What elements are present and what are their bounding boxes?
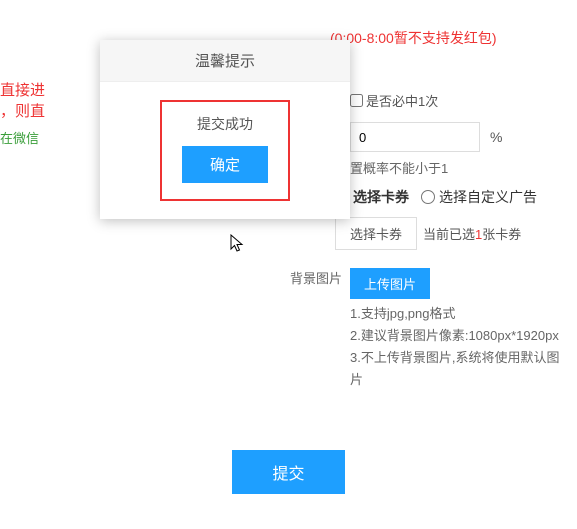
radio-select-card-label: 选择卡券	[353, 187, 409, 207]
chosen-count-text: 当前已选1张卡券	[423, 224, 521, 243]
modal-message: 提交成功	[182, 114, 268, 134]
tip-3: 3.不上传背景图片,系统将使用默认图片	[350, 347, 570, 391]
success-modal: 温馨提示 提交成功 确定	[100, 40, 350, 219]
left-clipped-text: 直接进 ，则直 在微信	[0, 0, 100, 147]
probability-input[interactable]	[350, 122, 480, 152]
bg-image-label: 背景图片	[280, 268, 342, 287]
radio-custom-ad-label: 选择自定义广告	[439, 187, 537, 207]
tip-1: 1.支持jpg,png格式	[350, 303, 570, 325]
cursor-icon	[230, 234, 246, 254]
upload-image-button[interactable]: 上传图片	[350, 268, 430, 299]
left-green-text: 在微信	[0, 128, 100, 147]
select-card-button[interactable]: 选择卡券	[335, 217, 417, 250]
time-restriction-hint: (0:00-8:00暂不支持发红包)	[330, 28, 496, 48]
tip-2: 2.建议背景图片像素:1080px*1920px	[350, 325, 570, 347]
probability-hint: 置概率不能小于1	[350, 158, 570, 177]
must-hit-checkbox[interactable]	[350, 94, 363, 107]
left-red-text-1: 直接进	[0, 80, 100, 101]
must-hit-label: 是否必中1次	[366, 91, 438, 110]
modal-ok-button[interactable]: 确定	[182, 146, 268, 183]
radio-custom-ad[interactable]	[421, 190, 435, 204]
submit-button[interactable]: 提交	[232, 450, 344, 494]
percent-sign: %	[490, 129, 502, 145]
modal-title: 温馨提示	[100, 40, 350, 82]
radio-custom-ad-wrap[interactable]: 选择自定义广告	[421, 187, 537, 207]
left-red-text-2: ，则直	[0, 101, 100, 122]
must-hit-checkbox-wrap[interactable]: 是否必中1次	[350, 91, 438, 110]
